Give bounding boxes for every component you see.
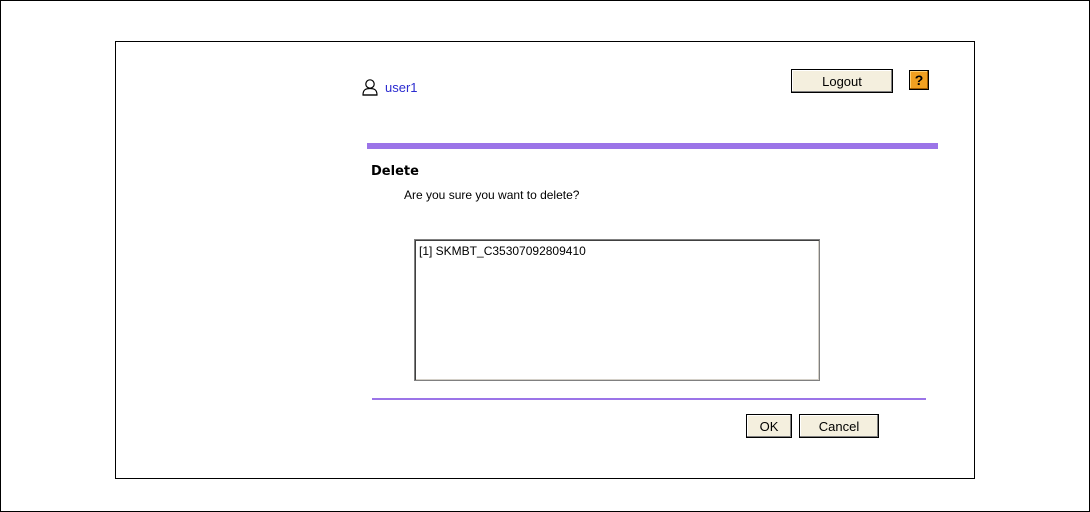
user-name-link[interactable]: user1	[385, 80, 418, 95]
page-frame: user1 Logout ? Delete Are you sure you w…	[0, 0, 1090, 512]
header-divider	[367, 143, 938, 149]
dialog-title: Delete	[371, 164, 419, 179]
list-item[interactable]: [1] SKMBT_C35307092809410	[419, 244, 819, 258]
logout-button[interactable]: Logout	[791, 69, 893, 93]
help-button[interactable]: ?	[909, 70, 929, 90]
user-icon	[362, 79, 378, 96]
cancel-button[interactable]: Cancel	[799, 414, 879, 438]
ok-button[interactable]: OK	[746, 414, 792, 438]
user-info: user1	[361, 78, 418, 96]
confirm-message: Are you sure you want to delete?	[404, 188, 580, 202]
dialog-panel: user1 Logout ? Delete Are you sure you w…	[115, 41, 975, 479]
footer-divider	[372, 398, 926, 400]
delete-item-listbox[interactable]: [1] SKMBT_C35307092809410	[414, 239, 820, 381]
